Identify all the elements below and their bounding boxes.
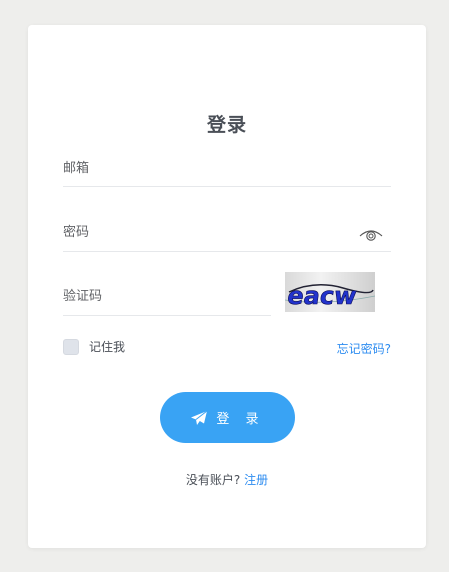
captcha-text: eacw (286, 282, 359, 310)
remember-checkbox[interactable] (63, 338, 79, 355)
page-title: 登录 (206, 114, 247, 136)
password-field[interactable] (63, 211, 391, 251)
login-button[interactable]: 登 录 (160, 392, 295, 443)
login-button-label: 登 录 (216, 412, 265, 427)
login-card: 登录 eacw 记住我 忘记密码? 登 录 没有账户? 注册 (28, 25, 426, 548)
no-account-text: 没有账户? (185, 473, 241, 487)
paper-plane-icon (191, 410, 208, 425)
captcha-graphic: eacw (285, 282, 375, 310)
signup-row: 没有账户? 注册 (28, 471, 426, 488)
eye-icon[interactable] (359, 227, 383, 243)
remember-me[interactable]: 记住我 (63, 338, 125, 355)
email-field[interactable] (63, 145, 391, 186)
remember-label: 记住我 (89, 340, 126, 354)
email-field-wrapper (63, 145, 391, 187)
captcha-field[interactable] (63, 275, 271, 315)
register-link[interactable]: 注册 (244, 473, 268, 487)
captcha-field-wrapper (63, 275, 271, 316)
forgot-password-link[interactable]: 忘记密码? (337, 340, 391, 357)
captcha-image[interactable]: eacw (285, 272, 375, 312)
password-field-wrapper (63, 211, 391, 252)
